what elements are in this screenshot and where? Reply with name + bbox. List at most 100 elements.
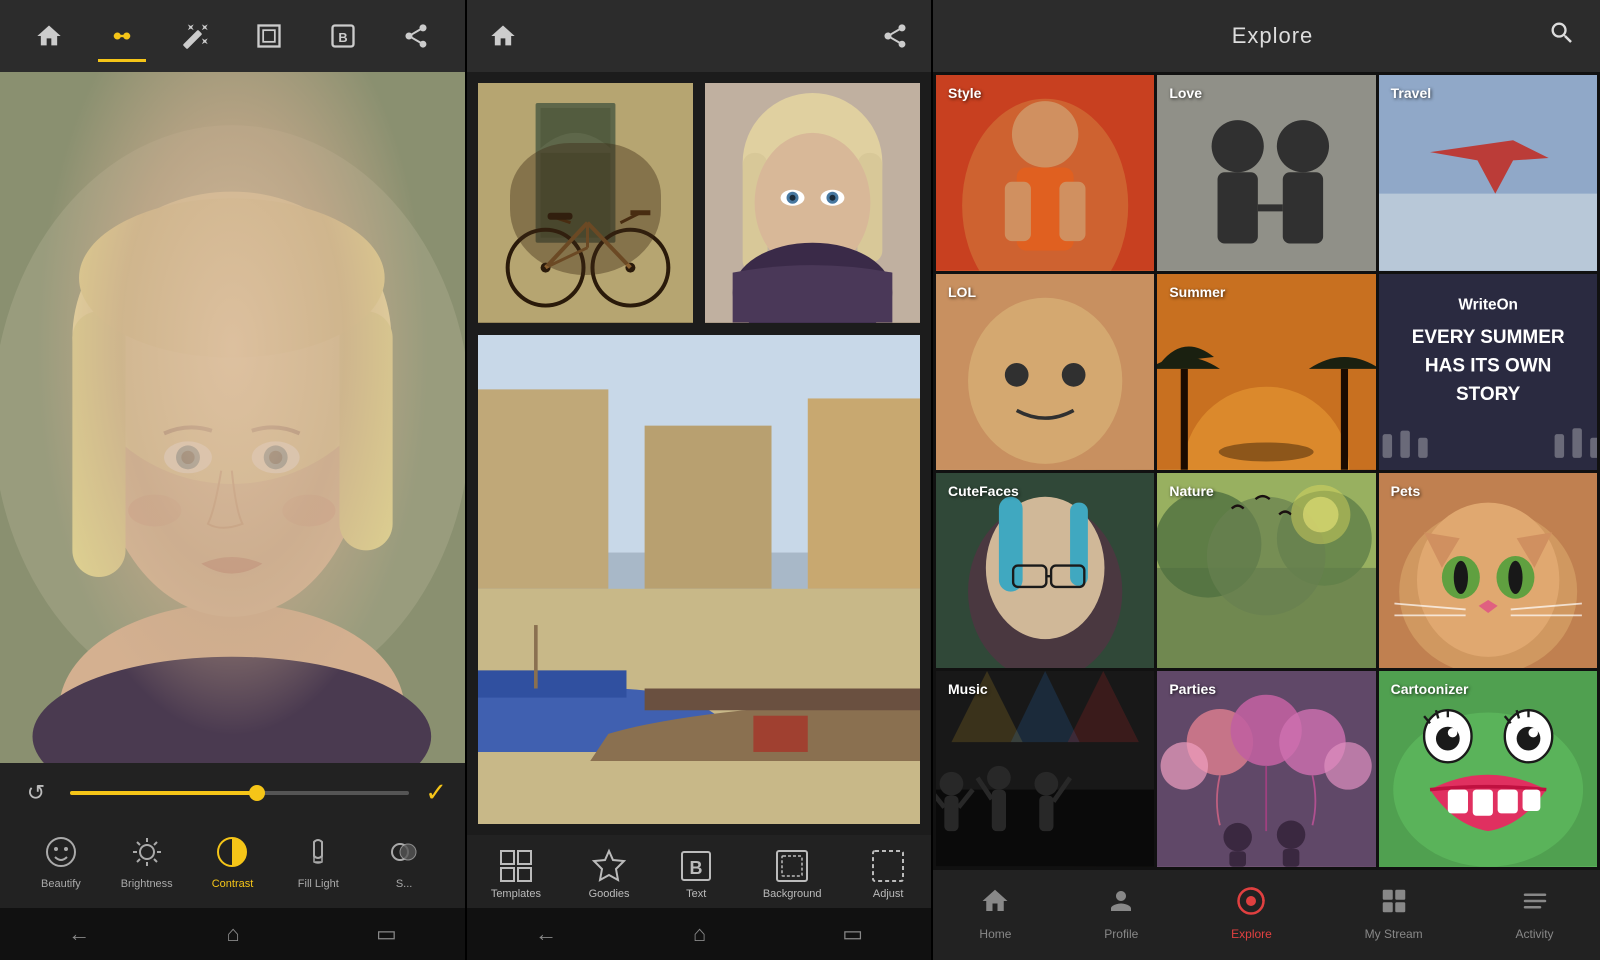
frame-button[interactable]	[245, 12, 293, 60]
bold-button[interactable]: B	[319, 12, 367, 60]
magic-button[interactable]	[172, 12, 220, 60]
grid-cell-travel[interactable]: Travel	[1379, 75, 1597, 271]
explore-nav-icon	[1236, 886, 1266, 923]
back-button-2[interactable]: ←	[515, 913, 577, 955]
filllight-tool[interactable]: Fill Light	[275, 820, 361, 898]
background-icon	[773, 847, 811, 885]
explore-nav: Home Profile Explore My Stream Activity	[933, 870, 1600, 960]
grid-cell-lol[interactable]: LOL	[936, 274, 1154, 470]
grid-cell-pets[interactable]: Pets	[1379, 473, 1597, 669]
slider-row: ↺ ✓	[18, 777, 447, 808]
svg-text:HAS ITS OWN: HAS ITS OWN	[1425, 355, 1551, 376]
recents-button-2[interactable]: ▭	[822, 913, 883, 955]
panel-photo-editor: B	[0, 0, 467, 960]
grid-cell-cartoonizer[interactable]: Cartoonizer	[1379, 671, 1597, 867]
nav-profile[interactable]: Profile	[1092, 878, 1150, 949]
girl-image	[705, 83, 920, 323]
panel-explore: Explore Style	[933, 0, 1600, 960]
contrast-tool[interactable]: Contrast	[190, 820, 276, 898]
background-tool[interactable]: Background	[753, 843, 832, 904]
nav-bar-1: ← ⌂ ▭	[0, 908, 465, 960]
svg-text:STORY: STORY	[1456, 384, 1521, 405]
home-button[interactable]	[25, 12, 73, 60]
templates-label: Templates	[491, 888, 541, 900]
templates-tool[interactable]: Templates	[481, 843, 551, 904]
brightness-slider[interactable]	[70, 791, 409, 795]
contrast-icon	[210, 830, 254, 874]
home-nav-label: Home	[979, 927, 1011, 941]
collage-cell-girl[interactable]	[702, 80, 923, 326]
explore-nav-label-text: Explore	[1231, 927, 1272, 941]
explore-grid: Style Love Travel	[933, 72, 1600, 870]
brightness-tool[interactable]: Brightness	[104, 820, 190, 898]
nav-bar-2: ← ⌂ ▭	[467, 908, 931, 960]
grid-cell-parties[interactable]: Parties	[1157, 671, 1375, 867]
beautify-tool[interactable]: Beautify	[18, 820, 104, 898]
share-button[interactable]	[392, 12, 440, 60]
panel-collage: Templates Goodies B Text	[467, 0, 933, 960]
tools-row: Beautify Brightness	[18, 820, 447, 898]
goodies-label: Goodies	[589, 888, 630, 900]
profile-nav-icon	[1106, 886, 1136, 923]
collage-tools: Templates Goodies B Text	[467, 835, 931, 908]
mystream-nav-icon	[1379, 886, 1409, 923]
text-label: Text	[686, 888, 706, 900]
confirm-button[interactable]: ✓	[425, 777, 447, 808]
profile-nav-label: Profile	[1104, 927, 1138, 941]
cutefaces-label: CuteFaces	[948, 483, 1019, 499]
home-nav-1[interactable]: ⌂	[206, 913, 259, 955]
collage-cell-bike[interactable]	[475, 80, 696, 326]
back-button-1[interactable]: ←	[48, 913, 110, 955]
filllight-label: Fill Light	[298, 878, 339, 890]
collage-share-button[interactable]	[871, 12, 919, 60]
controls-panel: ↺ ✓ Beautify	[0, 763, 465, 908]
nav-explore[interactable]: Explore	[1219, 878, 1284, 949]
svg-text:B: B	[690, 858, 703, 878]
grid-cell-love[interactable]: Love	[1157, 75, 1375, 271]
grid-cell-summer[interactable]: Summer	[1157, 274, 1375, 470]
grid-cell-cutefaces[interactable]: CuteFaces	[936, 473, 1154, 669]
activity-nav-label: Activity	[1516, 927, 1554, 941]
recents-button-1[interactable]: ▭	[356, 913, 417, 955]
grid-cell-music[interactable]: Music	[936, 671, 1154, 867]
grid-cell-style[interactable]: Style	[936, 75, 1154, 271]
shadows-tool[interactable]: S...	[361, 820, 447, 898]
grid-cell-writeon[interactable]: WriteOn EVERY SUMMER HAS ITS OWN STORY	[1379, 274, 1597, 470]
photo-display	[0, 72, 465, 763]
collage-toolbar	[467, 0, 931, 72]
text-icon: B	[677, 847, 715, 885]
music-label: Music	[948, 681, 988, 697]
background-label: Background	[763, 888, 822, 900]
brightness-label: Brightness	[121, 878, 173, 890]
bike-image	[478, 83, 693, 323]
portrait-image	[0, 72, 465, 763]
search-button[interactable]	[1548, 19, 1576, 54]
undo-button[interactable]: ↺	[18, 780, 54, 806]
slider-thumb[interactable]	[249, 785, 265, 801]
text-tool[interactable]: B Text	[667, 843, 725, 904]
activity-nav-icon	[1520, 886, 1550, 923]
explore-header: Explore	[933, 0, 1600, 72]
adjust2-tool[interactable]: Adjust	[859, 843, 917, 904]
boats-image	[478, 335, 920, 824]
nav-activity[interactable]: Activity	[1504, 878, 1566, 949]
nav-home[interactable]: Home	[967, 878, 1023, 949]
travel-label: Travel	[1391, 85, 1431, 101]
cartoonizer-label: Cartoonizer	[1391, 681, 1469, 697]
home-nav-2[interactable]: ⌂	[673, 913, 726, 955]
collage-cell-boats[interactable]	[475, 332, 923, 827]
collage-home-button[interactable]	[479, 12, 527, 60]
brightness-icon	[125, 830, 169, 874]
templates-icon	[497, 847, 535, 885]
goodies-icon	[590, 847, 628, 885]
style-label: Style	[948, 85, 981, 101]
adjust-button[interactable]	[98, 12, 146, 60]
lol-label: LOL	[948, 284, 976, 300]
svg-text:WriteOn: WriteOn	[1458, 296, 1518, 313]
goodies-tool[interactable]: Goodies	[579, 843, 640, 904]
svg-text:EVERY SUMMER: EVERY SUMMER	[1411, 327, 1564, 348]
home-nav-icon	[980, 886, 1010, 923]
nature-label: Nature	[1169, 483, 1213, 499]
nav-mystream[interactable]: My Stream	[1353, 878, 1435, 949]
grid-cell-nature[interactable]: Nature	[1157, 473, 1375, 669]
